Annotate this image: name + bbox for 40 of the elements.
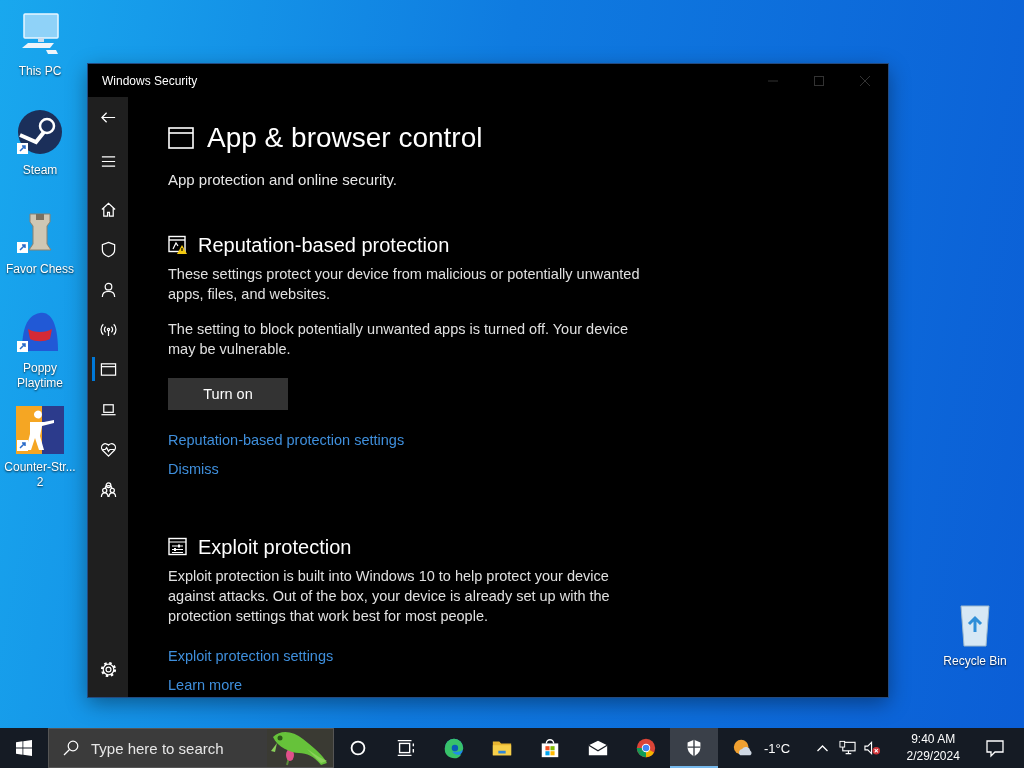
settings-icon — [99, 660, 117, 678]
search-icon — [63, 740, 79, 756]
page-title: App & browser control — [207, 121, 483, 155]
volume-muted-icon[interactable] — [864, 740, 882, 756]
home-icon — [99, 200, 117, 218]
link[interactable]: Dismiss — [168, 459, 219, 479]
turn-on-button[interactable]: Turn on — [168, 378, 288, 410]
desktop-icon-label[interactable]: Recycle Bin — [935, 654, 1015, 669]
section-description: The setting to block potentially unwanted apps is turned off. Your device may be vulnerable. — [168, 320, 629, 359]
network-icon[interactable] — [839, 740, 857, 756]
person-icon — [99, 280, 117, 298]
warning-window-icon — [168, 235, 188, 255]
family-icon — [99, 480, 117, 498]
settings-sliders-icon — [168, 537, 188, 557]
section-description: Exploit protection is built into Windows 10 to help protect your device against attacks. Out of the box, your device is already set up with the protection settings that work best for most people. — [168, 567, 611, 626]
section-description: These settings protect your device from malicious or potentially unwanted apps, files, and websites. — [168, 265, 641, 304]
section-title: Exploit protection — [198, 535, 352, 560]
search-box[interactable]: Type here to search — [48, 728, 334, 768]
shield-icon — [99, 240, 117, 258]
link[interactable]: Reputation-based protection settings — [168, 430, 405, 450]
windows-logo-icon — [16, 740, 32, 756]
browser-window-icon — [99, 360, 117, 378]
weather-temperature[interactable]: -1°C — [764, 740, 791, 756]
app-icon[interactable] — [16, 109, 64, 157]
task-view-icon — [395, 737, 417, 759]
taskbar-app[interactable] — [670, 728, 718, 768]
section-title: Reputation-based protection — [198, 233, 450, 258]
browser-icon — [635, 737, 657, 759]
store-bag-icon — [539, 737, 561, 759]
page-subtitle: App protection and online security. — [168, 170, 399, 190]
app-icon[interactable] — [16, 406, 64, 454]
link[interactable]: Exploit protection settings — [168, 646, 334, 666]
window-title: Windows Security — [102, 73, 198, 88]
search-field[interactable]: Type here to search — [89, 738, 267, 758]
notifications-icon[interactable] — [985, 738, 1006, 758]
browser-icon — [443, 737, 465, 759]
clock[interactable]: 9:40 AM 2/29/2024 — [893, 731, 974, 765]
heart-icon — [99, 440, 117, 458]
link[interactable]: Learn more — [168, 675, 243, 695]
browser-window-icon — [168, 127, 194, 149]
